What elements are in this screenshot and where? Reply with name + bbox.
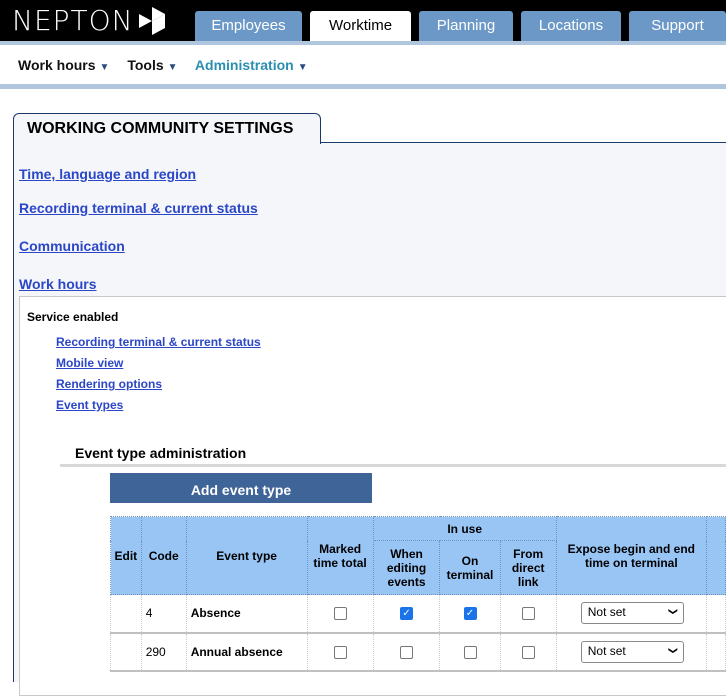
table-row: 290 Annual absence Not set ❯: [110, 632, 726, 672]
cell-edit[interactable]: [110, 594, 142, 634]
on-terminal-checkbox[interactable]: ✓: [463, 607, 477, 621]
cell-from-link: [499, 632, 557, 672]
chevron-down-icon: ❯: [668, 646, 679, 654]
col-when-editing: When editing events: [372, 540, 441, 595]
chevron-down-icon: ▼: [167, 62, 178, 73]
tab-support[interactable]: Support: [629, 11, 726, 41]
cell-extra: [705, 632, 726, 672]
cell-from-link: [499, 594, 557, 634]
expose-select[interactable]: Not set ❯: [580, 640, 684, 663]
add-event-type-button[interactable]: Add event type: [110, 473, 372, 503]
table-row: 4 Absence ✓ ✓ Not set ❯: [110, 594, 726, 634]
col-code: Code: [140, 516, 187, 595]
cell-on-terminal: ✓: [439, 594, 501, 634]
col-from-link: From direct link: [499, 540, 557, 595]
tab-worktime[interactable]: Worktime: [310, 11, 411, 45]
col-expose: Expose begin and end time on terminal: [555, 516, 707, 595]
tab-employees[interactable]: Employees: [195, 11, 302, 41]
link-work-hours[interactable]: Work hours: [19, 276, 97, 292]
cell-when-editing: [372, 632, 441, 672]
section-title: Event type administration: [75, 445, 247, 461]
menu-work-hours[interactable]: Work hours ▼: [18, 57, 109, 73]
page-title: WORKING COMMUNITY SETTINGS: [13, 113, 321, 144]
tab-planning[interactable]: Planning: [419, 11, 513, 41]
cell-code: 290: [140, 632, 187, 672]
from-link-checkbox[interactable]: [521, 607, 535, 621]
menu-label: Administration: [194, 57, 294, 73]
link-communication[interactable]: Communication: [19, 238, 125, 254]
cell-edit[interactable]: [110, 632, 142, 672]
cell-event-type: Annual absence: [185, 632, 308, 672]
service-status: Service enabled: [27, 310, 119, 324]
when-editing-checkbox[interactable]: ✓: [400, 607, 414, 621]
col-in-use: In use: [372, 516, 557, 541]
link-time-language-region[interactable]: Time, language and region: [19, 166, 196, 182]
cell-marked: [306, 632, 374, 672]
event-types-table: Edit Code Event type Marked time total I…: [110, 516, 726, 672]
cell-code: 4: [140, 594, 187, 634]
menu-label: Work hours: [18, 57, 96, 73]
menu-label: Tools: [127, 57, 164, 73]
sublink-recording-terminal[interactable]: Recording terminal & current status: [56, 335, 261, 349]
cell-marked: [306, 594, 374, 634]
on-terminal-checkbox[interactable]: [463, 645, 477, 659]
expose-select[interactable]: Not set ❯: [580, 602, 684, 625]
divider: [60, 464, 726, 467]
cell-extra: [705, 594, 726, 634]
link-recording-terminal[interactable]: Recording terminal & current status: [19, 200, 258, 216]
sublink-mobile-view[interactable]: Mobile view: [56, 356, 123, 370]
menu-tools[interactable]: Tools ▼: [127, 57, 177, 73]
sublink-event-types[interactable]: Event types: [56, 398, 123, 412]
logo-cube-icon: [139, 7, 165, 35]
col-event-type: Event type: [185, 516, 308, 595]
divider: [0, 41, 726, 45]
divider: [0, 84, 726, 89]
col-edit: Edit: [110, 516, 142, 595]
menu-administration[interactable]: Administration ▼: [195, 57, 308, 73]
cell-expose: Not set ❯: [555, 594, 707, 634]
from-link-checkbox[interactable]: [521, 645, 535, 659]
chevron-down-icon: ▼: [297, 62, 308, 73]
chevron-down-icon: ❯: [668, 607, 679, 616]
sub-navigation: Work hours ▼ Tools ▼ Administration ▼: [18, 57, 322, 73]
when-editing-checkbox[interactable]: [400, 645, 414, 659]
select-value: Not set: [587, 643, 626, 658]
logo: NEPTON: [12, 4, 134, 37]
col-marked: Marked time total: [306, 516, 374, 595]
marked-checkbox[interactable]: [333, 645, 347, 659]
cell-event-type: Absence: [185, 594, 308, 634]
select-value: Not set: [587, 605, 626, 620]
cell-expose: Not set ❯: [555, 632, 707, 672]
marked-checkbox[interactable]: [333, 607, 347, 621]
cell-on-terminal: [439, 632, 501, 672]
tab-locations[interactable]: Locations: [521, 11, 621, 41]
chevron-down-icon: ▼: [99, 62, 110, 73]
cell-when-editing: ✓: [372, 594, 441, 634]
sublink-rendering-options[interactable]: Rendering options: [56, 377, 162, 391]
col-on-terminal: On terminal: [439, 540, 501, 595]
col-extra: [705, 516, 726, 595]
